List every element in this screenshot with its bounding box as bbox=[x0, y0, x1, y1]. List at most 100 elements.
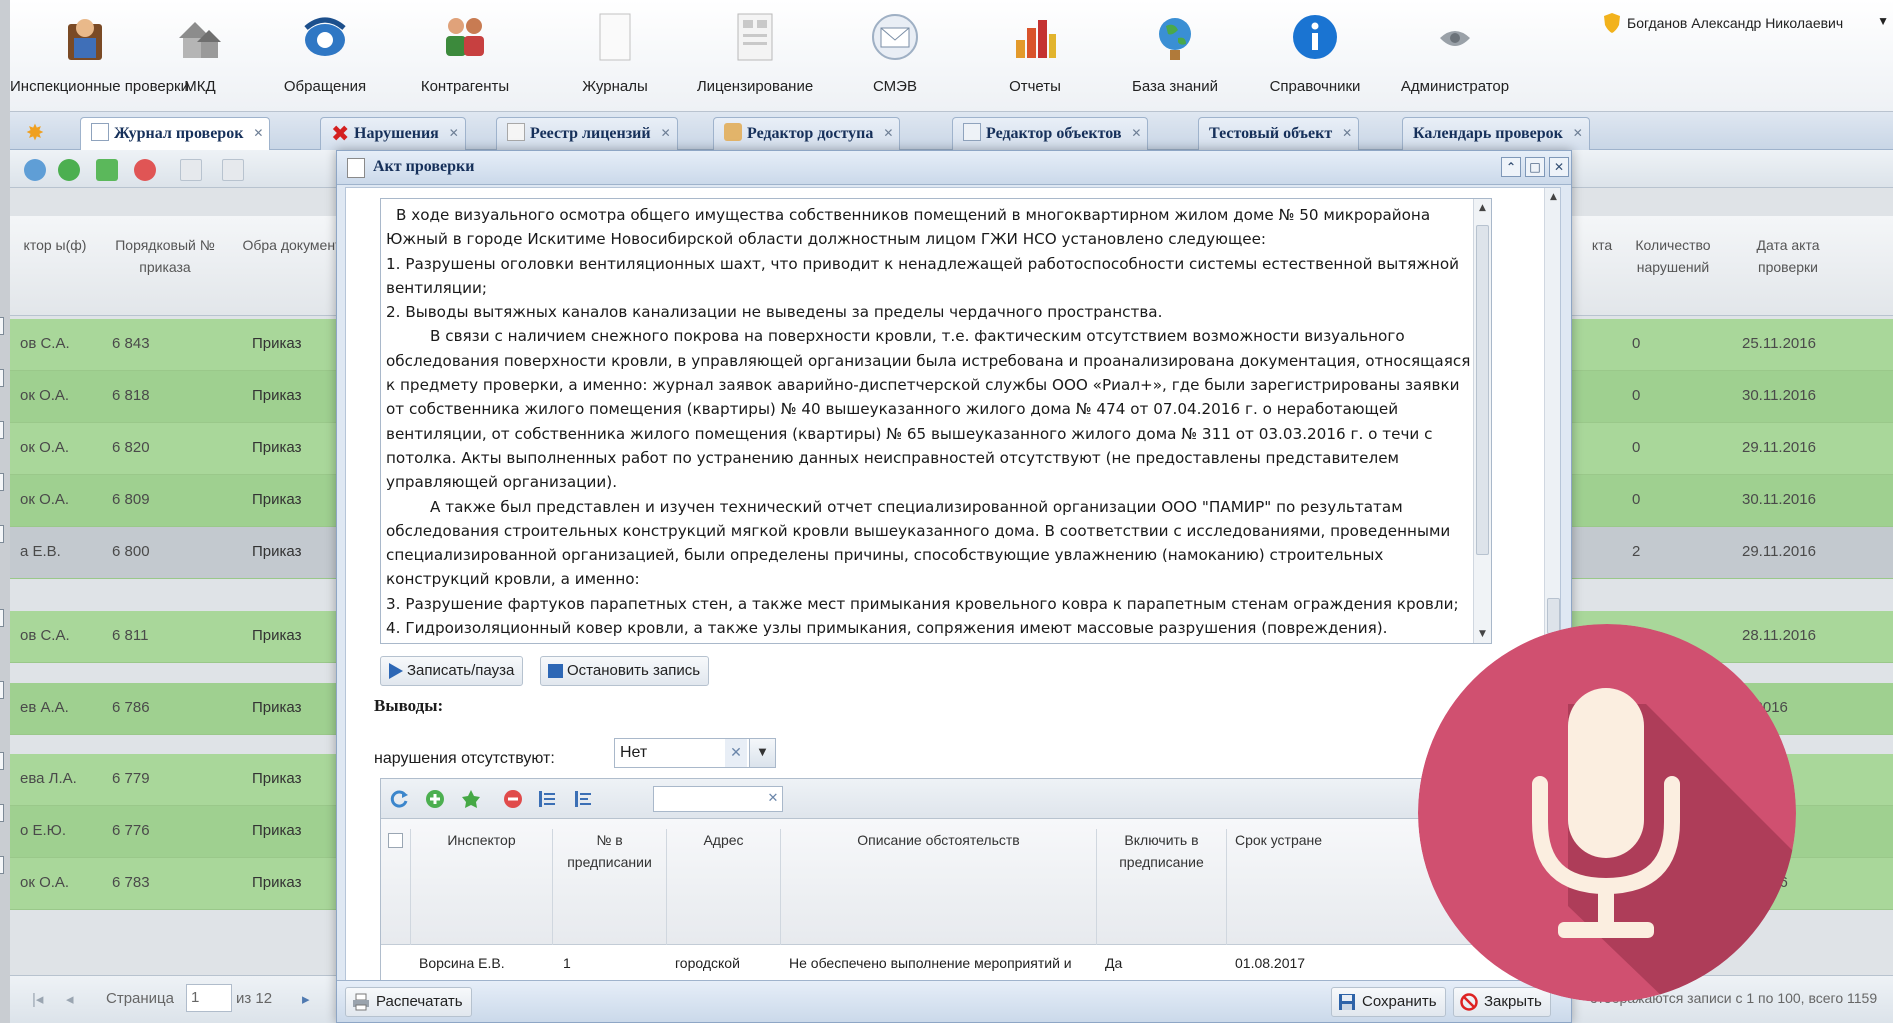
cell-inspector: ов С.А. bbox=[20, 627, 70, 644]
window-titlebar[interactable]: Акт проверки ⌃ □ ✕ bbox=[337, 151, 1571, 185]
scroll-thumb[interactable] bbox=[1547, 598, 1560, 634]
copy-icon[interactable] bbox=[180, 159, 202, 181]
conclusions-label: Выводы: bbox=[374, 696, 444, 715]
close-icon[interactable]: ✕ bbox=[1342, 118, 1352, 149]
toolbar-directories-label: Справочники bbox=[1269, 78, 1361, 95]
clear-search-icon[interactable]: ✕ bbox=[762, 786, 784, 812]
page-number-input[interactable]: 1 bbox=[186, 984, 232, 1012]
cell-inspector: о Е.Ю. bbox=[20, 822, 67, 839]
column-address[interactable]: Адрес bbox=[667, 829, 781, 945]
object-editor-icon bbox=[963, 123, 981, 141]
column-include-in-prescription[interactable]: Включить в предписание bbox=[1097, 829, 1227, 945]
red-x-icon: ✖ bbox=[331, 122, 350, 147]
subgrid-toolbar: ✕ bbox=[381, 779, 1560, 819]
toolbar-appeals[interactable]: Обращения bbox=[250, 10, 400, 102]
violations-absent-select[interactable]: Нет ✕ ▼ bbox=[614, 738, 776, 768]
toolbar-directories[interactable]: Справочники bbox=[1240, 10, 1390, 102]
printer-icon bbox=[353, 993, 369, 1011]
violations-absent-label: нарушения отсутствуют: bbox=[374, 750, 555, 767]
close-icon[interactable]: ✕ bbox=[1131, 118, 1141, 149]
cell-inspector: Ворсина Е.В. bbox=[419, 955, 505, 971]
clear-icon[interactable]: ✕ bbox=[725, 739, 747, 767]
record-pause-button[interactable]: Записать/пауза bbox=[380, 656, 524, 686]
close-button[interactable]: Закрыть bbox=[1453, 987, 1551, 1017]
expand-all-icon[interactable] bbox=[537, 789, 557, 809]
next-page-icon[interactable]: ▸ bbox=[302, 990, 310, 1008]
column-prescription-no[interactable]: № в предписании bbox=[553, 829, 667, 945]
toolbar-smev[interactable]: СМЭВ bbox=[820, 10, 970, 102]
refresh-icon[interactable] bbox=[24, 159, 46, 181]
tab-inspection-journal[interactable]: Журнал проверок ✕ bbox=[80, 117, 271, 150]
print-button[interactable]: Распечатать bbox=[345, 987, 472, 1017]
collapse-all-icon[interactable] bbox=[573, 789, 593, 809]
tab-inspection-calendar[interactable]: Календарь проверок ✕ bbox=[1402, 117, 1590, 150]
chevron-down-icon[interactable]: ▼ bbox=[1877, 14, 1889, 28]
column-deadline[interactable]: Срок устране bbox=[1227, 829, 1347, 945]
table-row[interactable]: Ворсина Е.В. 1 городской Не обеспечено в… bbox=[381, 945, 1560, 980]
column-inspectors[interactable]: ктор ы(ф) bbox=[16, 234, 94, 256]
edit-icon[interactable] bbox=[96, 159, 118, 181]
add-icon[interactable] bbox=[58, 159, 80, 181]
collapse-icon[interactable]: ⌃ bbox=[1501, 157, 1521, 177]
home-star-icon[interactable]: ✸ bbox=[16, 118, 54, 149]
close-icon[interactable]: ✕ bbox=[449, 118, 459, 149]
tab-access-editor[interactable]: Редактор доступа ✕ bbox=[713, 117, 901, 150]
microphone-overlay[interactable] bbox=[1418, 624, 1796, 1002]
text-scrollbar[interactable]: ▲ ▼ bbox=[1473, 199, 1491, 643]
cell-order-no: 6 811 bbox=[112, 627, 149, 644]
tab-license-registry[interactable]: Реестр лицензий ✕ bbox=[496, 117, 678, 150]
close-icon[interactable]: ✕ bbox=[1573, 118, 1583, 149]
column-violations-count[interactable]: Количество нарушений bbox=[1628, 234, 1718, 278]
cell-order-no: 6 779 bbox=[112, 770, 150, 787]
stop-record-button[interactable]: Остановить запись bbox=[540, 656, 710, 686]
delete-icon[interactable] bbox=[503, 789, 523, 809]
add-icon[interactable] bbox=[425, 789, 445, 809]
first-page-icon[interactable]: |◂ bbox=[32, 990, 43, 1008]
scroll-down-icon[interactable]: ▼ bbox=[1474, 629, 1491, 639]
act-text-line: 2. Выводы вытяжных каналов канализации н… bbox=[386, 303, 1163, 322]
tab-bar: ✸ Журнал проверок ✕ ✖ Нарушения ✕ Реестр ли… bbox=[10, 112, 1893, 150]
user-menu[interactable]: Богданов Александр Николаевич ▼ bbox=[1599, 10, 1889, 70]
edit-icon[interactable] bbox=[461, 789, 481, 809]
document-icon bbox=[0, 525, 4, 543]
act-text-area[interactable]: В ходе визуального осмотра общего имущес… bbox=[380, 198, 1492, 644]
toolbar-admin[interactable]: Администратор bbox=[1380, 10, 1530, 102]
cell-order-no: 6 820 bbox=[112, 439, 150, 456]
close-icon[interactable]: ✕ bbox=[1549, 157, 1569, 177]
toolbar-journals[interactable]: Журналы bbox=[540, 10, 690, 102]
prev-page-icon[interactable]: ◂ bbox=[66, 990, 74, 1008]
toolbar-reports[interactable]: Отчеты bbox=[960, 10, 1110, 102]
close-icon[interactable]: ✕ bbox=[883, 118, 893, 149]
column-description[interactable]: Описание обстоятельств bbox=[781, 829, 1097, 945]
save-button[interactable]: Сохранить bbox=[1331, 987, 1446, 1017]
scroll-up-icon[interactable]: ▲ bbox=[1474, 203, 1491, 213]
toolbar-knowledge-base[interactable]: База знаний bbox=[1100, 10, 1250, 102]
tab-violations[interactable]: ✖ Нарушения ✕ bbox=[320, 117, 466, 150]
toolbar-licensing[interactable]: Лицензирование bbox=[680, 10, 830, 102]
toolbar-appeals-label: Обращения bbox=[283, 78, 367, 95]
select-all-checkbox[interactable] bbox=[388, 833, 403, 848]
column-document[interactable]: Обра документ bbox=[242, 234, 342, 256]
tab-object-editor[interactable]: Редактор объектов ✕ bbox=[952, 117, 1149, 150]
export-icon[interactable] bbox=[222, 159, 244, 181]
column-inspector[interactable]: Инспектор bbox=[411, 829, 553, 945]
column-order-no[interactable]: Порядковый № приказа bbox=[100, 234, 230, 278]
maximize-icon[interactable]: □ bbox=[1525, 157, 1545, 177]
delete-icon[interactable] bbox=[134, 159, 156, 181]
act-text-line: В ходе визуального осмотра общего имущес… bbox=[396, 206, 1431, 224]
toolbar-contractors[interactable]: Контрагенты bbox=[390, 10, 540, 102]
cell-order-no: 6 800 bbox=[112, 543, 150, 560]
scroll-up-icon[interactable]: ▲ bbox=[1545, 192, 1560, 202]
cell-act-date: 28.11.2016 bbox=[1742, 627, 1816, 644]
close-icon[interactable]: ✕ bbox=[253, 118, 263, 149]
scroll-thumb[interactable] bbox=[1476, 225, 1489, 555]
column-act[interactable]: кта bbox=[1582, 234, 1622, 256]
tab-test-object[interactable]: Тестовый объект ✕ bbox=[1198, 117, 1360, 150]
access-icon bbox=[724, 123, 742, 141]
column-act-date[interactable]: Дата акта проверки bbox=[1738, 234, 1838, 278]
chevron-down-icon[interactable]: ▼ bbox=[749, 739, 775, 767]
journal-icon bbox=[599, 13, 631, 61]
refresh-icon[interactable] bbox=[389, 789, 409, 809]
close-icon[interactable]: ✕ bbox=[661, 118, 671, 149]
globe-icon bbox=[1159, 18, 1191, 60]
